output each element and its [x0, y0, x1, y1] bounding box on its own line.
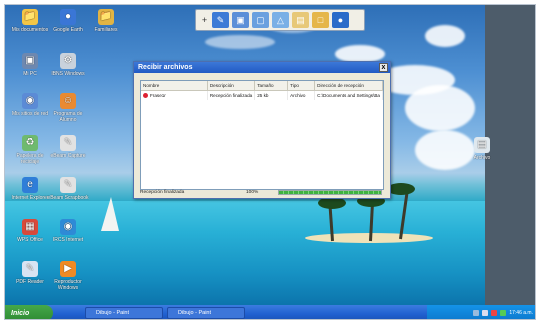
file-table: Nombre Descripción Tamaño Tipo Dirección…: [141, 81, 383, 100]
student-icon: ☺: [60, 93, 76, 109]
desktop-icon-media-player[interactable]: ▶ Reproductor Windows: [45, 261, 91, 291]
desktop-icon-label: PDF Reader: [16, 279, 44, 285]
description-cell: Recepción finalizada: [207, 90, 256, 100]
desktop-icon-ebeam-scrapbook[interactable]: ✎ eBeam Scrapbook: [45, 177, 91, 201]
cloud: [405, 85, 475, 131]
status-percent: 100%: [246, 190, 259, 195]
desktop-icon-student-program[interactable]: ☺ Programa de Alumno: [45, 93, 91, 123]
eraser-icon[interactable]: ▣: [232, 12, 249, 28]
desktop-icon-label: Reproductor Windows: [54, 279, 82, 291]
floating-toolbar[interactable]: + ✎ ▣ ▢ △ ▤ □ ●: [195, 9, 365, 31]
folder-icon: 📁: [98, 9, 114, 25]
pen-icon[interactable]: ✎: [212, 12, 229, 28]
column-header-type[interactable]: Tipo: [287, 81, 316, 91]
dialog-title-bar[interactable]: Recibir archivos x: [134, 62, 390, 73]
media-player-icon: ▶: [60, 261, 76, 277]
screenshot-frame: 📁 Mis documentos ● Google Earth 📁 Famili…: [4, 4, 536, 320]
cloud: [425, 25, 465, 47]
network-tray-icon[interactable]: [473, 310, 480, 316]
desktop-icon-label: Google Earth: [53, 27, 83, 33]
file-type-icon: [143, 93, 148, 99]
file-icon: ▤: [474, 137, 490, 153]
pen-icon: ✎: [60, 177, 76, 193]
start-button[interactable]: Inicio: [5, 305, 53, 319]
progress-fill: [279, 191, 381, 194]
folder-icon[interactable]: □: [312, 12, 329, 28]
computer-icon: ▣: [22, 53, 38, 69]
clock[interactable]: 17:46 a.m.: [509, 310, 533, 316]
document-icon: ✎: [22, 261, 38, 277]
browser-icon: e: [22, 177, 38, 193]
palm-leaves: [387, 183, 415, 195]
cloud: [205, 35, 275, 49]
office-icon: ▦: [22, 219, 38, 235]
status-bar: Recepción finalizada 100%: [140, 189, 382, 196]
desktop-icon-label: WPS Office: [17, 237, 43, 243]
app-icon: ⚙: [60, 53, 76, 69]
desktop-icon-label: Mi PC: [23, 71, 37, 77]
column-header-destination[interactable]: Dirección de recepción: [314, 81, 383, 91]
desktop-icon-label: Internet Explorer: [11, 195, 49, 201]
taskbar-item-paint-1[interactable]: Dibujo - Paint: [85, 307, 163, 319]
recycle-bin-icon: ♻: [22, 135, 38, 151]
file-list[interactable]: Nombre Descripción Tamaño Tipo Dirección…: [140, 80, 384, 190]
globe-icon[interactable]: ●: [332, 12, 349, 28]
dialog-title: Recibir archivos: [138, 64, 193, 71]
desktop[interactable]: 📁 Mis documentos ● Google Earth 📁 Famili…: [5, 5, 535, 305]
desktop-icon-ebeam-capture[interactable]: ✎ eBeam Capture: [45, 135, 91, 159]
type-cell: Archivo: [287, 90, 316, 100]
table-header-row: Nombre Descripción Tamaño Tipo Dirección…: [141, 81, 383, 91]
document-icon[interactable]: ▤: [292, 12, 309, 28]
taskbar: Inicio Dibujo - Paint Dibujo - Paint 17:…: [5, 305, 535, 319]
destination-cell: C:\Documents and Settings\Ba: [314, 90, 383, 100]
folder-icon: 📁: [22, 9, 38, 25]
desktop-icon-label: Archivo: [473, 155, 491, 161]
close-button[interactable]: x: [379, 63, 388, 72]
column-header-size[interactable]: Tamaño: [254, 81, 289, 91]
desktop-icon-label: Papelera de reciclaje: [16, 153, 44, 165]
desktop-icon-label: Mis sitios de red: [11, 111, 49, 117]
network-icon: ◉: [60, 219, 76, 235]
desktop-icon-label: Familiares: [94, 27, 118, 33]
volume-tray-icon[interactable]: [482, 310, 489, 316]
update-tray-icon[interactable]: [500, 310, 507, 316]
table-row[interactable]: Frase1r Recepción finalizada 25 kb Archi…: [141, 90, 383, 100]
size-cell: 25 kb: [254, 90, 289, 100]
receive-files-dialog[interactable]: Recibir archivos x Nombre Descripción Ta…: [133, 61, 391, 199]
picture-icon[interactable]: △: [272, 12, 289, 28]
file-name-cell: Frase1r: [141, 90, 208, 100]
pen-icon: ✎: [60, 135, 76, 151]
sailboat: [101, 197, 119, 231]
desktop-icon-label: eBeam Scrapbook: [47, 195, 89, 201]
desktop-icon-label: Programa de Alumno: [53, 111, 83, 123]
screen-icon[interactable]: ▢: [252, 12, 269, 28]
plus-icon[interactable]: +: [200, 12, 209, 28]
desktop-icon-label: IRCS Internet: [52, 237, 84, 243]
network-icon: ◉: [22, 93, 38, 109]
status-label: Recepción finalizada: [140, 190, 185, 195]
progress-bar: [278, 190, 382, 195]
desktop-icon-label: Mis documentos: [11, 27, 49, 33]
desktop-icon-familiares[interactable]: 📁 Familiares: [83, 9, 129, 33]
desktop-icon-ibns[interactable]: ⚙ IBNS Windows: [45, 53, 91, 77]
column-header-description[interactable]: Descripción: [207, 81, 256, 91]
taskbar-item-paint-2[interactable]: Dibujo - Paint: [167, 307, 245, 319]
desktop-icon-ircs[interactable]: ◉ IRCS Internet: [45, 219, 91, 243]
desktop-icon-label: eBeam Capture: [50, 153, 86, 159]
globe-icon: ●: [60, 9, 76, 25]
desktop-icon-label: IBNS Windows: [51, 71, 85, 77]
system-tray: 17:46 a.m.: [427, 305, 535, 319]
security-tray-icon[interactable]: [491, 310, 498, 316]
column-header-name[interactable]: Nombre: [141, 81, 208, 91]
desktop-icon-archivo[interactable]: ▤ Archivo: [459, 137, 505, 161]
